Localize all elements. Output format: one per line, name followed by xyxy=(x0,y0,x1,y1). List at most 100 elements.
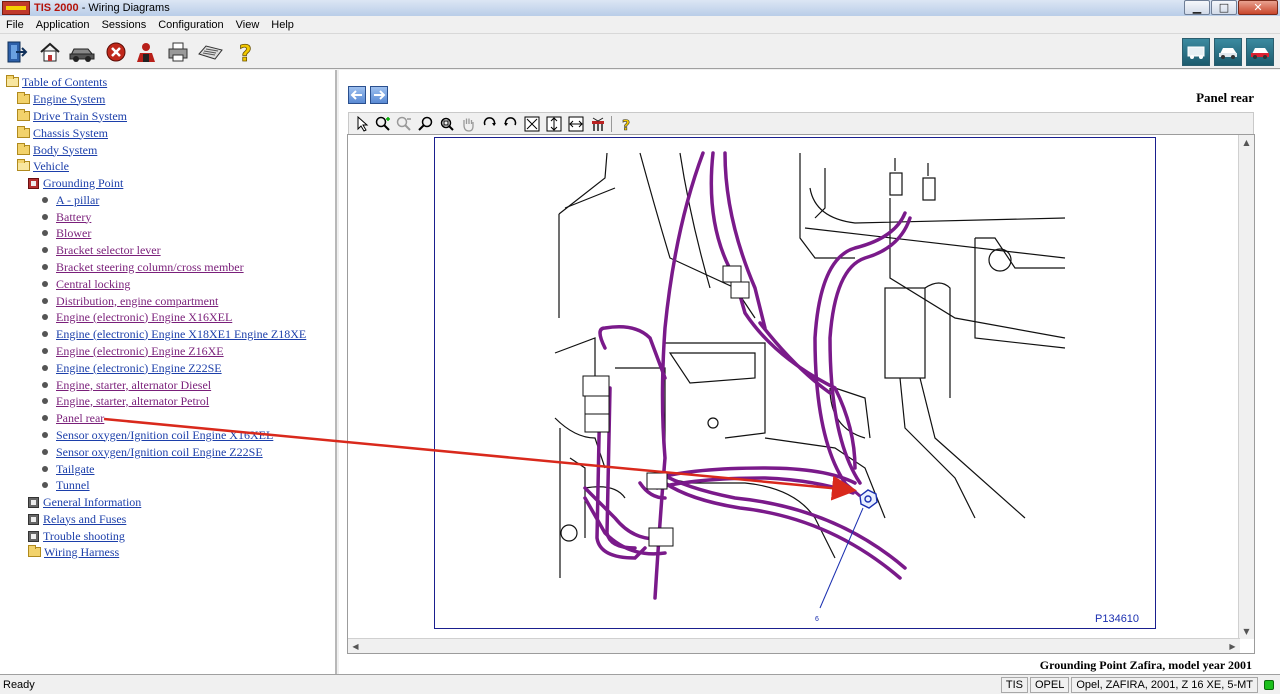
tree-item-trouble-shooting[interactable]: Trouble shooting xyxy=(28,528,125,544)
scroll-right-icon[interactable]: ▶ xyxy=(1225,639,1240,653)
help-icon[interactable]: ? xyxy=(232,38,260,66)
tree-link[interactable]: Engine, starter, alternator Petrol xyxy=(56,394,209,409)
pan-hand-icon[interactable] xyxy=(459,115,477,133)
list-item[interactable]: Engine (electronic) Engine Z22SE xyxy=(40,360,222,376)
vehicle-service-icon[interactable] xyxy=(1214,38,1242,66)
text-search-icon[interactable] xyxy=(589,115,607,133)
tree-link[interactable]: Engine (electronic) Engine Z16XE xyxy=(56,344,224,359)
keyboard-icon[interactable] xyxy=(196,38,224,66)
rotate-right-icon[interactable] xyxy=(481,115,499,133)
vertical-scrollbar[interactable]: ▲ ▼ xyxy=(1238,135,1254,639)
user-icon[interactable] xyxy=(132,38,160,66)
scroll-up-icon[interactable]: ▲ xyxy=(1239,135,1254,150)
zoom-in-icon[interactable] xyxy=(374,115,392,133)
tree-link[interactable]: Engine, starter, alternator Diesel xyxy=(56,378,211,393)
menu-view[interactable]: View xyxy=(230,19,266,31)
minimize-button[interactable]: ▁ xyxy=(1184,0,1210,15)
tree-link[interactable]: Sensor oxygen/Ignition coil Engine Z22SE xyxy=(56,445,263,460)
tree-link[interactable]: Table of Contents xyxy=(22,75,107,90)
tree-link[interactable]: Vehicle xyxy=(33,159,69,174)
zoom-icon[interactable] xyxy=(417,115,435,133)
tree-link[interactable]: Tunnel xyxy=(56,478,90,493)
tree-link[interactable]: Drive Train System xyxy=(33,109,127,124)
tree-link[interactable]: Body System xyxy=(33,143,97,158)
stop-icon[interactable] xyxy=(102,38,130,66)
zoom-area-icon[interactable] xyxy=(438,115,456,133)
list-item[interactable]: Central locking xyxy=(40,276,130,292)
list-item[interactable]: Engine, starter, alternator Petrol xyxy=(40,393,209,409)
list-item[interactable]: Engine, starter, alternator Diesel xyxy=(40,377,211,393)
fit-height-icon[interactable] xyxy=(545,115,563,133)
diagnostic-tool-icon[interactable] xyxy=(1182,38,1210,66)
home-icon[interactable] xyxy=(36,38,64,66)
vehicle-info-icon[interactable] xyxy=(1246,38,1274,66)
list-item[interactable]: Engine (electronic) Engine X16XEL xyxy=(40,309,232,325)
tree-item-relays-fuses[interactable]: Relays and Fuses xyxy=(28,511,126,527)
tree-link[interactable]: Engine System xyxy=(33,92,105,107)
tree-link[interactable]: Sensor oxygen/Ignition coil Engine X16XE… xyxy=(56,428,273,443)
tree-link[interactable]: Wiring Harness xyxy=(44,545,119,560)
list-item[interactable]: Bracket selector lever xyxy=(40,242,161,258)
tree-link[interactable]: Battery xyxy=(56,210,91,225)
list-item[interactable]: A - pillar xyxy=(40,192,99,208)
list-item[interactable]: Sensor oxygen/Ignition coil Engine Z22SE xyxy=(40,444,263,460)
tree-link[interactable]: Relays and Fuses xyxy=(43,512,126,527)
tree-item-wiring-harness[interactable]: Wiring Harness xyxy=(28,544,119,560)
tree-link[interactable]: Engine (electronic) Engine X18XE1 Engine… xyxy=(56,327,306,342)
list-item[interactable]: Battery xyxy=(40,209,91,225)
rotate-left-icon[interactable] xyxy=(501,115,519,133)
tree-link[interactable]: Engine (electronic) Engine Z22SE xyxy=(56,361,222,376)
tree-item-grounding-point[interactable]: Grounding Point xyxy=(28,175,123,191)
exit-icon[interactable] xyxy=(2,38,30,66)
menu-file[interactable]: File xyxy=(0,19,30,31)
fit-width-icon[interactable] xyxy=(567,115,585,133)
tree-link[interactable]: Chassis System xyxy=(33,126,108,141)
zoom-out-icon[interactable] xyxy=(395,115,413,133)
tree-link[interactable]: A - pillar xyxy=(56,193,99,208)
tree-link[interactable]: Tailgate xyxy=(56,462,94,477)
list-item[interactable]: Sensor oxygen/Ignition coil Engine X16XE… xyxy=(40,427,273,443)
tree-link[interactable]: General Information xyxy=(43,495,141,510)
list-item[interactable]: Tunnel xyxy=(40,477,90,493)
list-item[interactable]: Engine (electronic) Engine X18XE1 Engine… xyxy=(40,326,306,342)
diagram-viewer[interactable]: 6 P134610 ▲ ▼ ◀ ▶ xyxy=(347,134,1255,654)
tree-item-engine-system[interactable]: Engine System xyxy=(17,91,105,107)
pointer-icon[interactable] xyxy=(353,115,371,133)
maximize-button[interactable]: □ xyxy=(1211,0,1237,15)
list-item[interactable]: Engine (electronic) Engine Z16XE xyxy=(40,343,224,359)
tree-link[interactable]: Panel rear xyxy=(56,411,104,426)
tree-link[interactable]: Blower xyxy=(56,226,91,241)
fit-page-icon[interactable] xyxy=(523,115,541,133)
list-item[interactable]: Tailgate xyxy=(40,461,94,477)
scroll-down-icon[interactable]: ▼ xyxy=(1239,624,1254,639)
tree-link[interactable]: Grounding Point xyxy=(43,176,123,191)
tree-item-body[interactable]: Body System xyxy=(17,142,97,158)
vehicle-icon[interactable] xyxy=(68,38,96,66)
tree-root[interactable]: Table of Contents xyxy=(6,74,107,90)
tree-link[interactable]: Engine (electronic) Engine X16XEL xyxy=(56,310,232,325)
scroll-left-icon[interactable]: ◀ xyxy=(348,639,363,653)
tree-link[interactable]: Central locking xyxy=(56,277,130,292)
forward-button[interactable] xyxy=(370,86,388,104)
print-icon[interactable] xyxy=(164,38,192,66)
list-item[interactable]: Bracket steering column/cross member xyxy=(40,259,244,275)
tree-item-drive-train[interactable]: Drive Train System xyxy=(17,108,127,124)
tree-link[interactable]: Trouble shooting xyxy=(43,529,125,544)
menu-sessions[interactable]: Sessions xyxy=(96,19,153,31)
menu-configuration[interactable]: Configuration xyxy=(152,19,229,31)
list-item-selected[interactable]: Panel rear xyxy=(40,410,104,426)
list-item[interactable]: Blower xyxy=(40,225,91,241)
viewer-help-icon[interactable]: ? xyxy=(617,115,635,133)
horizontal-scrollbar[interactable]: ◀ ▶ xyxy=(348,638,1240,653)
tree-link[interactable]: Bracket steering column/cross member xyxy=(56,260,244,275)
tree-link[interactable]: Bracket selector lever xyxy=(56,243,161,258)
back-button[interactable] xyxy=(348,86,366,104)
close-button[interactable]: ✕ xyxy=(1238,0,1278,15)
tree-link[interactable]: Distribution, engine compartment xyxy=(56,294,218,309)
tree-item-general-information[interactable]: General Information xyxy=(28,494,141,510)
list-item[interactable]: Distribution, engine compartment xyxy=(40,293,218,309)
menu-application[interactable]: Application xyxy=(30,19,96,31)
menu-help[interactable]: Help xyxy=(265,19,300,31)
tree-item-vehicle[interactable]: Vehicle xyxy=(17,158,69,174)
tree-item-chassis[interactable]: Chassis System xyxy=(17,125,108,141)
